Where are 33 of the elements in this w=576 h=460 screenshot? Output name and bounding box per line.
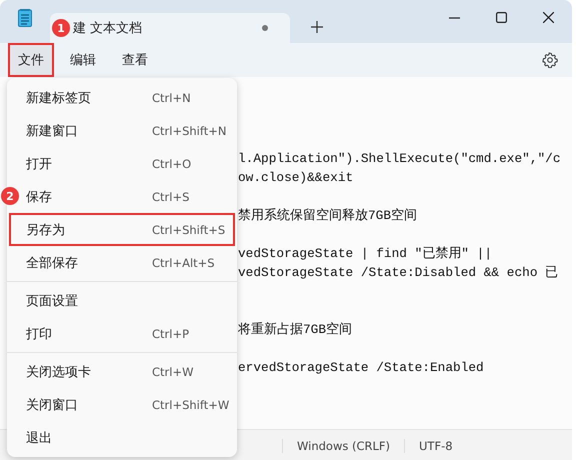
menu-bar-item[interactable]: 查看 xyxy=(112,43,158,77)
tab-title: 建 文本文档 xyxy=(73,20,142,37)
code-line: l.Application").ShellExecute("cmd.exe","/c xyxy=(238,150,562,168)
menu-item[interactable]: 另存为 Ctrl+Shift+S xyxy=(9,213,235,246)
menu-item[interactable]: 退出 xyxy=(9,421,235,454)
code-line: vedStorageState /State:Disabled && echo 已 xyxy=(238,264,560,282)
menu-bar-item[interactable]: 编辑 xyxy=(60,43,106,77)
code-line: ervedStorageState /State:Enabled xyxy=(238,359,485,377)
menu-item[interactable]: 关闭选项卡 Ctrl+W xyxy=(9,355,235,388)
code-line: vedStorageState | find "已禁用" || xyxy=(238,245,494,263)
code-line: ow.close)&&exit xyxy=(238,169,354,187)
menu-item[interactable]: 页面设置 xyxy=(9,284,235,317)
settings-icon[interactable] xyxy=(542,52,558,68)
step-badge: 2 xyxy=(1,187,19,205)
menu-item[interactable]: 全部保存 Ctrl+Alt+S xyxy=(9,246,235,279)
menu-item[interactable]: 关闭窗口 Ctrl+Shift+W xyxy=(9,388,235,421)
notepad-icon xyxy=(18,9,32,27)
minimize-icon[interactable] xyxy=(449,16,460,18)
step-badge: 1 xyxy=(52,19,70,37)
menu-item[interactable]: 新建窗口 Ctrl+Shift+N xyxy=(9,114,235,147)
menu-item[interactable]: 新建标签页 Ctrl+N xyxy=(9,81,235,114)
code-line: 禁用系统保留空间释放7GB空间 xyxy=(238,207,418,225)
code-line: 将重新占据7GB空间 xyxy=(238,321,354,339)
close-icon[interactable] xyxy=(543,12,554,23)
menu-bar-item[interactable]: 文件 xyxy=(8,43,54,77)
document-tab[interactable]: 1 建 文本文档 xyxy=(50,13,290,43)
new-tab-icon[interactable] xyxy=(311,21,323,33)
menu-item[interactable]: 打开 Ctrl+O xyxy=(9,147,235,180)
status-text: Windows (CRLF) xyxy=(282,438,404,452)
menu-item[interactable]: 打印 Ctrl+P xyxy=(9,317,235,350)
status-text: UTF-8 xyxy=(404,438,467,452)
menu-item[interactable]: 保存 Ctrl+S xyxy=(20,180,235,213)
maximize-icon[interactable] xyxy=(496,12,507,23)
